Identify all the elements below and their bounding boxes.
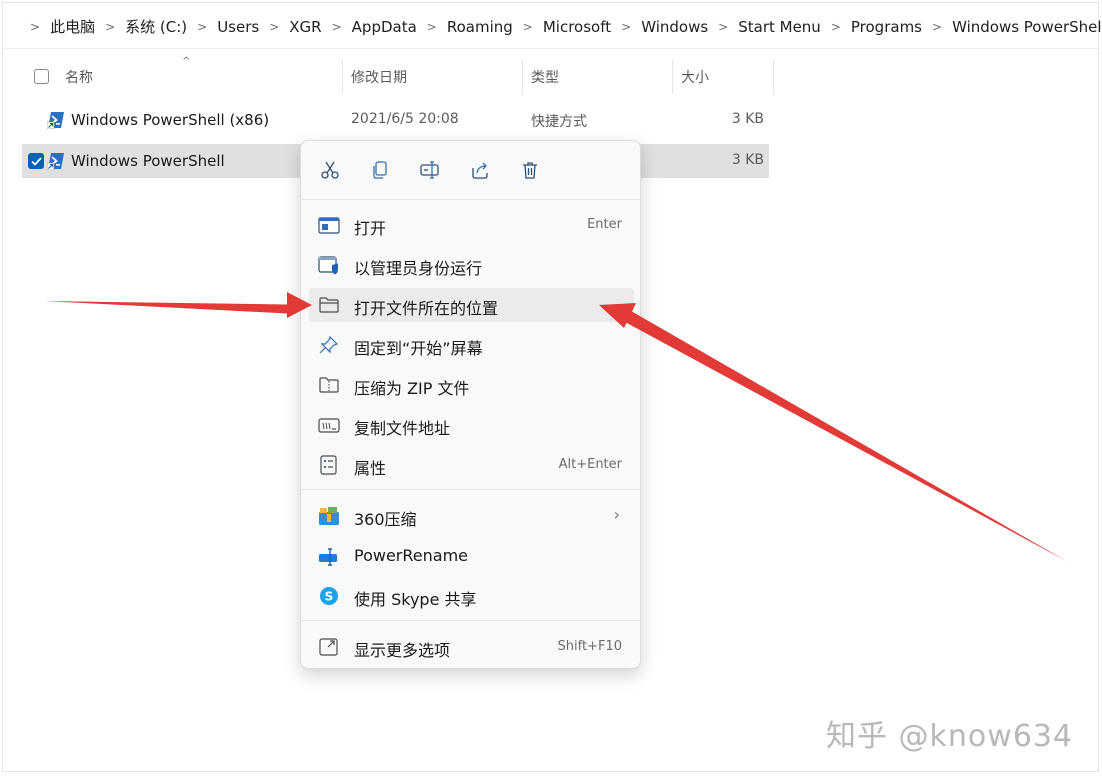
properties-icon [320, 455, 337, 475]
column-header-type[interactable]: 类型 [531, 58, 559, 96]
powerrename-icon [319, 548, 337, 566]
cut-button[interactable] [312, 155, 348, 185]
row-checkbox[interactable] [28, 153, 44, 169]
context-menu: 打开 Enter 以管理员身份运行 打开文件所在的位置 固定到“开始”屏幕 压缩… [300, 140, 641, 669]
folder-icon [319, 297, 339, 313]
column-header-modified[interactable]: 修改日期 [351, 58, 407, 96]
copy-button[interactable] [362, 155, 398, 185]
breadcrumb-item-start-menu[interactable]: Start Menu [738, 18, 821, 36]
chevron-right-icon[interactable]: > [269, 20, 279, 34]
file-name[interactable]: Windows PowerShell [71, 152, 225, 170]
checkmark-icon [30, 156, 42, 166]
delete-icon [523, 162, 537, 179]
column-header-size[interactable]: 大小 [681, 58, 709, 96]
column-divider[interactable] [342, 60, 343, 94]
powershell-shortcut-icon [47, 112, 64, 129]
breadcrumb: > 此电脑 > 系统 (C:) > Users > XGR > AppData … [4, 5, 1102, 49]
menu-item-label: 压缩为 ZIP 文件 [354, 379, 470, 398]
breadcrumb-item-this-pc[interactable]: 此电脑 [50, 16, 95, 37]
share-icon [472, 162, 488, 179]
chevron-right-icon[interactable]: > [332, 20, 342, 34]
more-options-icon [319, 638, 338, 656]
delete-button[interactable] [512, 155, 548, 185]
svg-text:S: S [325, 590, 334, 604]
breadcrumb-item-users[interactable]: Users [217, 18, 259, 36]
menu-separator [301, 199, 640, 200]
menu-item-shortcut: Shift+F10 [557, 639, 622, 654]
file-name[interactable]: Windows PowerShell (x86) [71, 111, 269, 129]
file-size: 3 KB [731, 111, 764, 127]
menu-item-open-file-location[interactable]: 打开文件所在的位置 [309, 288, 634, 322]
chevron-right-icon[interactable]: > [30, 20, 40, 34]
menu-item-label: 固定到“开始”屏幕 [354, 339, 483, 358]
breadcrumb-item-windows[interactable]: Windows [641, 18, 708, 36]
menu-item-label: 打开文件所在的位置 [354, 299, 499, 318]
breadcrumb-item-system-c[interactable]: 系统 (C:) [125, 16, 187, 37]
column-divider[interactable] [672, 60, 673, 94]
menu-separator [301, 489, 640, 490]
menu-item-compress-zip[interactable]: 压缩为 ZIP 文件 [309, 368, 634, 402]
share-button[interactable] [462, 155, 498, 185]
file-modified-date: 2021/6/5 20:08 [351, 111, 459, 127]
column-divider[interactable] [522, 60, 523, 94]
menu-item-label: 显示更多选项 [354, 641, 451, 660]
chevron-right-icon[interactable]: > [718, 20, 728, 34]
column-header-name[interactable]: 名称 [65, 58, 93, 96]
menu-item-open[interactable]: 打开 Enter [309, 208, 634, 242]
chevron-right-icon[interactable]: > [831, 20, 841, 34]
rename-button[interactable] [412, 155, 448, 185]
copy-icon [373, 161, 387, 179]
cut-icon [321, 161, 339, 179]
menu-item-run-as-admin[interactable]: 以管理员身份运行 [309, 248, 634, 282]
open-window-icon [318, 217, 340, 234]
menu-item-label: 打开 [354, 219, 387, 238]
chevron-right-icon[interactable]: > [427, 20, 437, 34]
column-divider[interactable] [773, 60, 774, 94]
menu-item-properties[interactable]: 属性 Alt+Enter [309, 448, 634, 482]
menu-item-label: PowerRename [354, 546, 468, 565]
menu-separator [301, 620, 640, 621]
copy-path-icon [318, 418, 340, 433]
watermark: 知乎 @know634 [826, 719, 1074, 754]
file-size: 3 KB [731, 152, 764, 168]
menu-item-skype-share[interactable]: S 使用 Skype 共享 [309, 579, 634, 613]
chevron-right-icon[interactable]: > [523, 20, 533, 34]
menu-item-label: 复制文件地址 [354, 419, 451, 438]
menu-item-label: 属性 [354, 459, 387, 478]
menu-item-show-more-options[interactable]: 显示更多选项 Shift+F10 [309, 630, 634, 664]
menu-item-pin-to-start[interactable]: 固定到“开始”屏幕 [309, 328, 634, 362]
skype-icon: S [320, 587, 338, 605]
360zip-icon [319, 507, 339, 525]
menu-item-label: 360压缩 [354, 510, 417, 529]
rename-icon [420, 161, 439, 179]
breadcrumb-item-appdata[interactable]: AppData [352, 18, 417, 36]
powershell-shortcut-icon [47, 153, 64, 170]
menu-item-360-compress[interactable]: 360压缩 › [309, 499, 634, 533]
chevron-right-icon[interactable]: > [197, 20, 207, 34]
menu-item-label: 使用 Skype 共享 [354, 590, 477, 609]
admin-shield-icon [318, 256, 338, 275]
breadcrumb-item-xgr[interactable]: XGR [289, 18, 321, 36]
zip-folder-icon [319, 377, 339, 393]
pin-icon [319, 335, 339, 354]
menu-item-shortcut: Enter [587, 217, 622, 232]
chevron-right-icon[interactable]: > [621, 20, 631, 34]
column-header-row: 名称 修改日期 类型 大小 [22, 58, 774, 96]
breadcrumb-item-roaming[interactable]: Roaming [447, 18, 513, 36]
menu-item-copy-path[interactable]: 复制文件地址 [309, 408, 634, 442]
breadcrumb-item-windows-powershell[interactable]: Windows PowerShell [952, 18, 1102, 36]
menu-item-shortcut: Alt+Enter [558, 457, 622, 472]
breadcrumb-item-programs[interactable]: Programs [851, 18, 922, 36]
menu-item-powerrename[interactable]: PowerRename [309, 539, 634, 573]
menu-item-label: 以管理员身份运行 [354, 259, 483, 278]
breadcrumb-item-microsoft[interactable]: Microsoft [543, 18, 611, 36]
chevron-right-icon[interactable]: > [105, 20, 115, 34]
chevron-right-icon: › [613, 505, 620, 524]
file-type: 快捷方式 [531, 114, 587, 130]
chevron-right-icon[interactable]: > [932, 20, 942, 34]
file-row[interactable]: Windows PowerShell (x86) 2021/6/5 20:08 … [22, 103, 769, 137]
